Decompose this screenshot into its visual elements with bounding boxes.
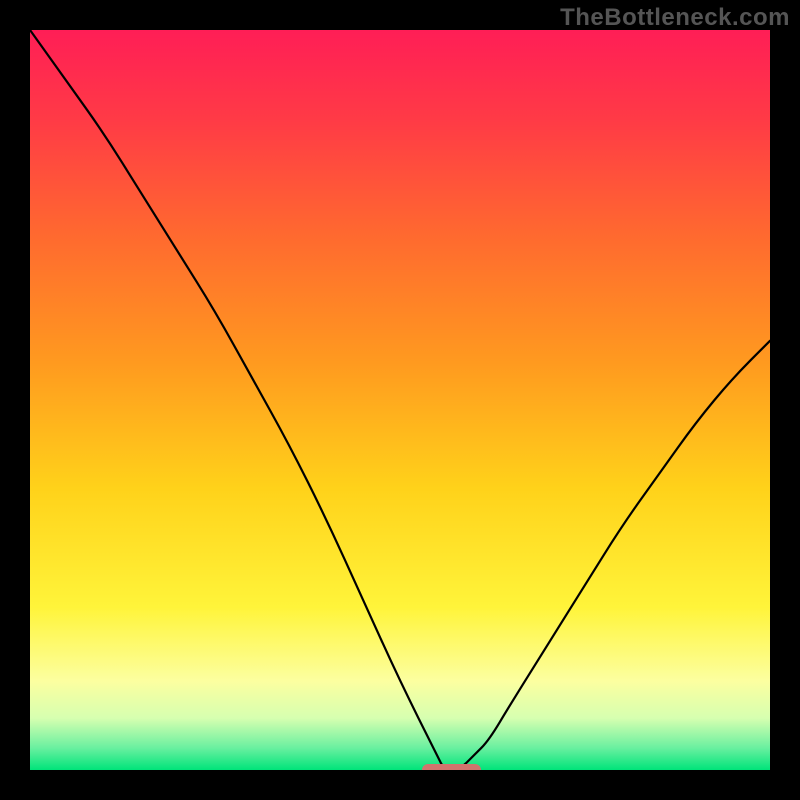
optimal-marker — [422, 764, 481, 770]
plot-area — [30, 30, 770, 770]
bottleneck-curve — [30, 30, 770, 770]
curve-layer — [30, 30, 770, 770]
watermark-text: TheBottleneck.com — [560, 4, 790, 32]
chart-frame: TheBottleneck.com — [0, 0, 800, 800]
